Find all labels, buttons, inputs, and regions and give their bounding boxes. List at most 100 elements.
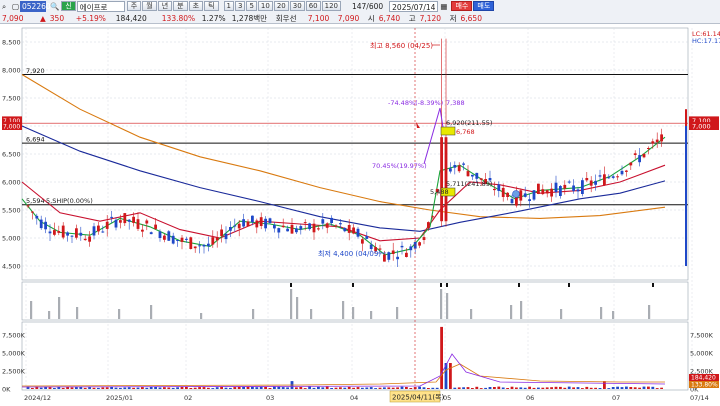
volume-bar: [299, 387, 303, 389]
signal-bar: [118, 309, 121, 319]
volume-bar: [70, 387, 74, 389]
period-button-1[interactable]: 월: [142, 1, 157, 11]
volume-bar: [365, 387, 369, 389]
candle-up: [259, 217, 263, 226]
candle-up: [563, 184, 567, 189]
minute-button-1[interactable]: 3: [234, 1, 246, 11]
minute-button-6[interactable]: 60: [305, 1, 321, 11]
candle-up: [616, 176, 619, 178]
chart-canvas[interactable]: 7,9206,6945,594 8,5008,0007,5007,0006,50…: [0, 24, 720, 404]
minute-button-2[interactable]: 5: [246, 1, 257, 11]
candle-up: [246, 221, 250, 227]
high-label: 고: [408, 13, 416, 23]
candle-down: [176, 240, 179, 241]
price-tick-label: 5,000: [2, 235, 21, 243]
candle-down: [572, 185, 575, 191]
volume-bar: [620, 387, 624, 389]
volume-bar: [581, 388, 584, 389]
volume-bar: [528, 386, 531, 389]
date-field[interactable]: 2025/07/14: [389, 0, 439, 12]
candle-up: [629, 162, 633, 166]
candle-down: [598, 175, 602, 177]
signal-bar: [446, 293, 449, 319]
volume-bar: [127, 387, 131, 389]
candle-up: [603, 174, 606, 186]
signal-bar: [30, 301, 33, 319]
mode-button[interactable]: 신: [61, 1, 76, 11]
signal-bar: [612, 311, 615, 319]
volume-bar: [475, 386, 479, 389]
candle-down: [554, 182, 558, 193]
volume-bar: [303, 388, 307, 389]
minute-button-4[interactable]: 20: [273, 1, 289, 11]
minute-button-3[interactable]: 10: [257, 1, 273, 11]
pct-upper-label: -74.48%(-8.39%): [388, 99, 443, 107]
stock-chart[interactable]: 7,9206,6945,594 8,5008,0007,5007,0006,50…: [0, 24, 720, 404]
minute-button-0[interactable]: 1: [223, 1, 234, 11]
low-price: 6,650: [460, 13, 482, 23]
volume-bar: [101, 387, 105, 389]
volume-bar: [457, 387, 461, 389]
period-button-3[interactable]: 분: [173, 1, 188, 11]
volume-bar: [264, 387, 267, 389]
volume-bar: [202, 387, 206, 389]
candle-up: [550, 188, 553, 197]
toolbar-row-top: ⌕ ▢ 052260 🔍 신 에이프로 주월년분초틱 1 3 5 10 20 30 60 12…: [0, 0, 720, 12]
candle-down: [396, 256, 399, 260]
signal-marker[interactable]: [512, 190, 520, 198]
price-tag-label: 7,000: [692, 123, 711, 131]
candle-up: [334, 225, 338, 227]
minute-button-5[interactable]: 30: [289, 1, 305, 11]
candle-up: [132, 216, 135, 223]
candle-down: [471, 174, 474, 177]
candle-down: [268, 218, 272, 223]
search-icon[interactable]: ⌕: [0, 1, 10, 12]
candle-down: [369, 244, 373, 249]
candle-up: [211, 237, 215, 245]
volume-bar: [48, 387, 52, 389]
candle-down: [308, 223, 311, 230]
volume-bar: [176, 387, 179, 389]
volume-bar: [343, 387, 347, 389]
calendar-icon[interactable]: ▦: [438, 1, 449, 12]
candle-down: [365, 236, 369, 239]
candle-up: [281, 225, 285, 228]
candle-down: [638, 155, 641, 163]
buy-button[interactable]: 매수: [451, 1, 473, 11]
candle-up: [290, 224, 294, 234]
search-code-icon[interactable]: 🔍: [48, 1, 61, 12]
candle-up: [88, 236, 91, 242]
volume-bar: [400, 386, 404, 389]
signal-panel[interactable]: [21, 281, 689, 321]
candle-up: [418, 242, 421, 246]
view-toggle[interactable]: ▢: [10, 1, 20, 12]
candle-down: [339, 223, 342, 225]
sell-button[interactable]: 매도: [473, 1, 495, 11]
volume-bar: [163, 387, 166, 389]
candle-up: [589, 180, 593, 186]
candle-up: [31, 211, 34, 213]
volume-bar: [642, 386, 646, 389]
candle-down: [101, 231, 105, 233]
period-button-0[interactable]: 주: [126, 1, 142, 11]
volume-panel[interactable]: [21, 321, 689, 391]
volume-bar: [462, 387, 465, 389]
volume-bar: [154, 386, 157, 389]
volume-bar: [268, 388, 272, 389]
pct-lower-label: 70.45%(19.97%): [372, 162, 427, 170]
signal-bar: [296, 297, 299, 319]
candle-down: [110, 216, 113, 218]
period-button-5[interactable]: 틱: [204, 1, 219, 11]
signal-bar: [290, 289, 293, 319]
minute-button-7[interactable]: 120: [321, 1, 341, 11]
candle-down: [167, 231, 171, 241]
signal-bar: [560, 309, 563, 319]
candle-up: [145, 220, 149, 224]
period-button-2[interactable]: 년: [157, 1, 173, 11]
volume-bar: [493, 387, 496, 389]
stock-name-field[interactable]: 에이프로: [76, 0, 125, 12]
candle-up: [215, 237, 219, 241]
period-button-4[interactable]: 초: [188, 1, 204, 11]
stock-code-field[interactable]: 052260: [20, 0, 51, 12]
volume-bar: [246, 386, 250, 389]
